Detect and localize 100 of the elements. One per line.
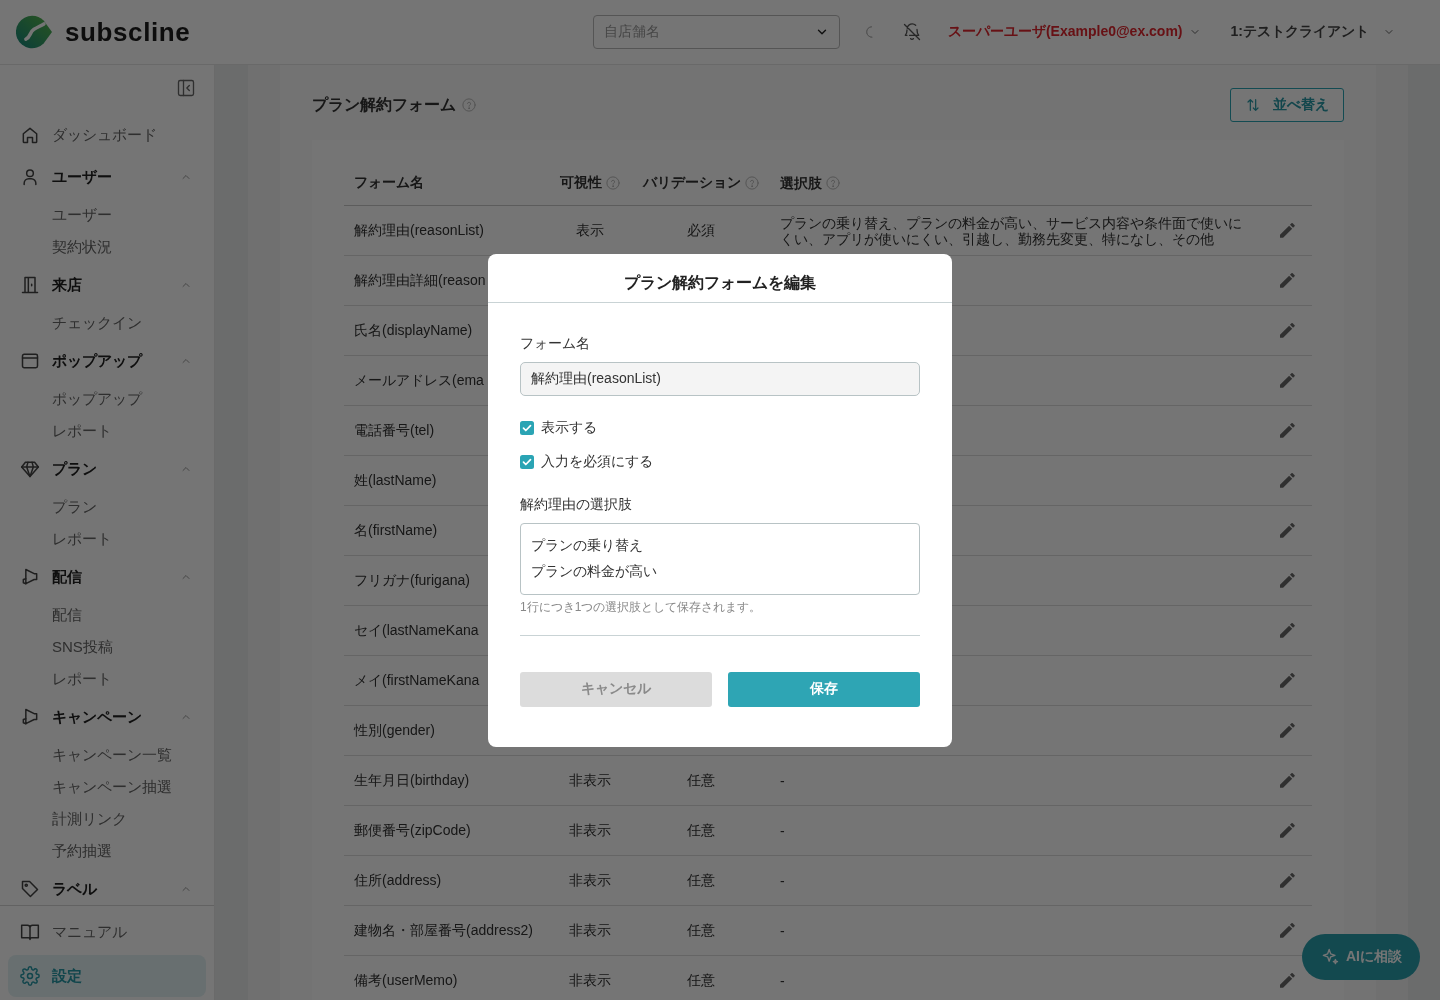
table-cell: -: [780, 972, 785, 989]
diamond-icon: [20, 459, 40, 479]
help-icon[interactable]: [826, 175, 840, 190]
table-cell: 任意: [686, 821, 715, 840]
sidebar-subitem[interactable]: レポート: [0, 415, 214, 447]
table-cell: フリガナ(furigana): [354, 571, 470, 588]
sidebar-item[interactable]: ダッシュボード: [0, 116, 214, 154]
sidebar-subitem[interactable]: 計測リンク: [0, 803, 214, 835]
table-cell: 任意: [686, 771, 715, 790]
sidebar-item[interactable]: ラベル: [0, 870, 214, 905]
sidebar-subitem[interactable]: SNS投稿: [0, 631, 214, 663]
table-cell: 郵便番号(zipCode): [354, 821, 471, 838]
table-cell-text: プランの乗り替え、プランの料金が高い、サービス内容や条件面で使いにくい、アプリが使いにくい、引越し、勤務先変更、特になし、その他: [780, 214, 1243, 247]
ai-chat-button[interactable]: AIに相談: [1302, 934, 1420, 980]
checkbox-label: 入力を必須にする: [541, 452, 653, 471]
table-cell: 非表示: [569, 821, 611, 840]
table-cell: 解約理由(reasonList): [354, 221, 484, 238]
pencil-icon[interactable]: [1279, 373, 1295, 388]
pencil-icon[interactable]: [1279, 773, 1295, 788]
settings-icon: [20, 966, 40, 986]
sidebar-subitem[interactable]: チェックイン: [0, 307, 214, 339]
sidebar-item[interactable]: プラン: [0, 450, 214, 488]
cancel-button[interactable]: キャンセル: [520, 671, 712, 707]
table-cell: 非表示: [569, 971, 611, 990]
bell-slash-icon[interactable]: [901, 22, 922, 42]
save-button[interactable]: 保存: [728, 671, 920, 707]
pencil-icon[interactable]: [1279, 273, 1295, 288]
sidebar-item[interactable]: 設定: [8, 955, 206, 997]
sidebar-item[interactable]: ポップアップ: [0, 342, 214, 380]
table-cell: 氏名(displayName): [354, 321, 473, 338]
sidebar-subitem[interactable]: ユーザー: [0, 199, 214, 231]
table-cell: 建物名・部屋番号(address2): [354, 921, 533, 938]
form-name-input[interactable]: 解約理由(reasonList): [520, 361, 920, 396]
pencil-icon[interactable]: [1279, 623, 1295, 638]
sidebar-subitem[interactable]: レポート: [0, 663, 214, 695]
checkbox[interactable]: [520, 420, 534, 435]
table-cell: 任意: [686, 971, 715, 990]
table-cell: セイ(lastNameKana: [354, 621, 479, 638]
sidebar-subitem[interactable]: 予約抽選: [0, 835, 214, 867]
checkbox[interactable]: [520, 454, 534, 469]
pencil-icon[interactable]: [1279, 573, 1295, 588]
table-cell: 非表示: [569, 871, 611, 890]
sort-button[interactable]: 並べ替え: [1230, 88, 1344, 122]
sidebar-item[interactable]: 来店: [0, 266, 214, 304]
book-icon: [20, 922, 40, 942]
client-menu[interactable]: 1:テストクライアント: [1230, 23, 1395, 41]
table-cell: 表示: [576, 221, 604, 240]
sidebar-subitem[interactable]: レポート: [0, 523, 214, 555]
tag-icon: [20, 879, 40, 899]
page-title: プラン解約フォーム: [312, 94, 456, 115]
sidebar-item[interactable]: ユーザー: [0, 158, 214, 196]
pencil-icon[interactable]: [1279, 523, 1295, 538]
field-label: 解約理由の選択肢: [520, 494, 633, 514]
column-header: 選択肢: [780, 174, 822, 191]
pencil-icon[interactable]: [1279, 473, 1295, 488]
user-menu[interactable]: スーパーユーザ(Example0@ex.com): [947, 23, 1201, 41]
browser-window-icon: [20, 351, 40, 371]
help-icon[interactable]: [606, 175, 620, 190]
pencil-icon[interactable]: [1279, 823, 1295, 838]
table-cell: -: [780, 772, 785, 789]
sidebar-subitem[interactable]: プラン: [0, 491, 214, 523]
table-cell: -: [780, 922, 785, 939]
table-cell: 住所(address): [354, 871, 442, 888]
pencil-icon[interactable]: [1279, 423, 1295, 438]
home-icon: [20, 125, 40, 145]
hint-text: 1行につき1つの選択肢として保存されます。: [520, 598, 763, 615]
door-icon: [20, 275, 40, 295]
column-header: 可視性: [560, 173, 602, 192]
table-cell: 備考(userMemo): [354, 971, 458, 988]
pencil-icon[interactable]: [1279, 873, 1295, 888]
field-label: フォーム名: [520, 333, 591, 353]
table-cell: -: [780, 822, 785, 839]
table-cell: 必須: [686, 221, 715, 240]
pencil-icon[interactable]: [1279, 723, 1295, 738]
table-cell: 生年月日(birthday): [354, 771, 470, 788]
person-icon: [20, 167, 40, 187]
table-cell: 性別(gender): [354, 721, 435, 738]
sidebar-item[interactable]: 配信: [0, 558, 214, 596]
table-cell: 名(firstName): [354, 521, 438, 538]
logo-icon: [16, 14, 52, 50]
sidebar-subitem[interactable]: キャンペーン抽選: [0, 771, 214, 803]
sidebar-subitem[interactable]: 配信: [0, 599, 214, 631]
panel-left-icon[interactable]: [176, 78, 196, 98]
sidebar-item[interactable]: キャンペーン: [0, 698, 214, 736]
sidebar-item[interactable]: マニュアル: [0, 910, 214, 954]
table-cell: 任意: [686, 871, 715, 890]
megaphone-icon: [20, 567, 40, 587]
pencil-icon[interactable]: [1279, 973, 1295, 988]
logo-text: subscline: [65, 16, 191, 48]
megaphone-icon: [20, 707, 40, 727]
pencil-icon[interactable]: [1279, 673, 1295, 688]
sidebar-subitem[interactable]: 契約状況: [0, 231, 214, 263]
table-cell: 解約理由詳細(reason: [354, 271, 486, 288]
table-cell: メイ(firstNameKana: [354, 671, 480, 688]
sidebar-subitem[interactable]: ポップアップ: [0, 383, 214, 415]
table-cell: -: [780, 872, 785, 889]
choices-textarea[interactable]: プランの乗り替え プランの料金が高い: [520, 522, 920, 595]
pencil-icon[interactable]: [1279, 223, 1295, 238]
pencil-icon[interactable]: [1279, 323, 1295, 338]
pencil-icon[interactable]: [1279, 923, 1295, 938]
